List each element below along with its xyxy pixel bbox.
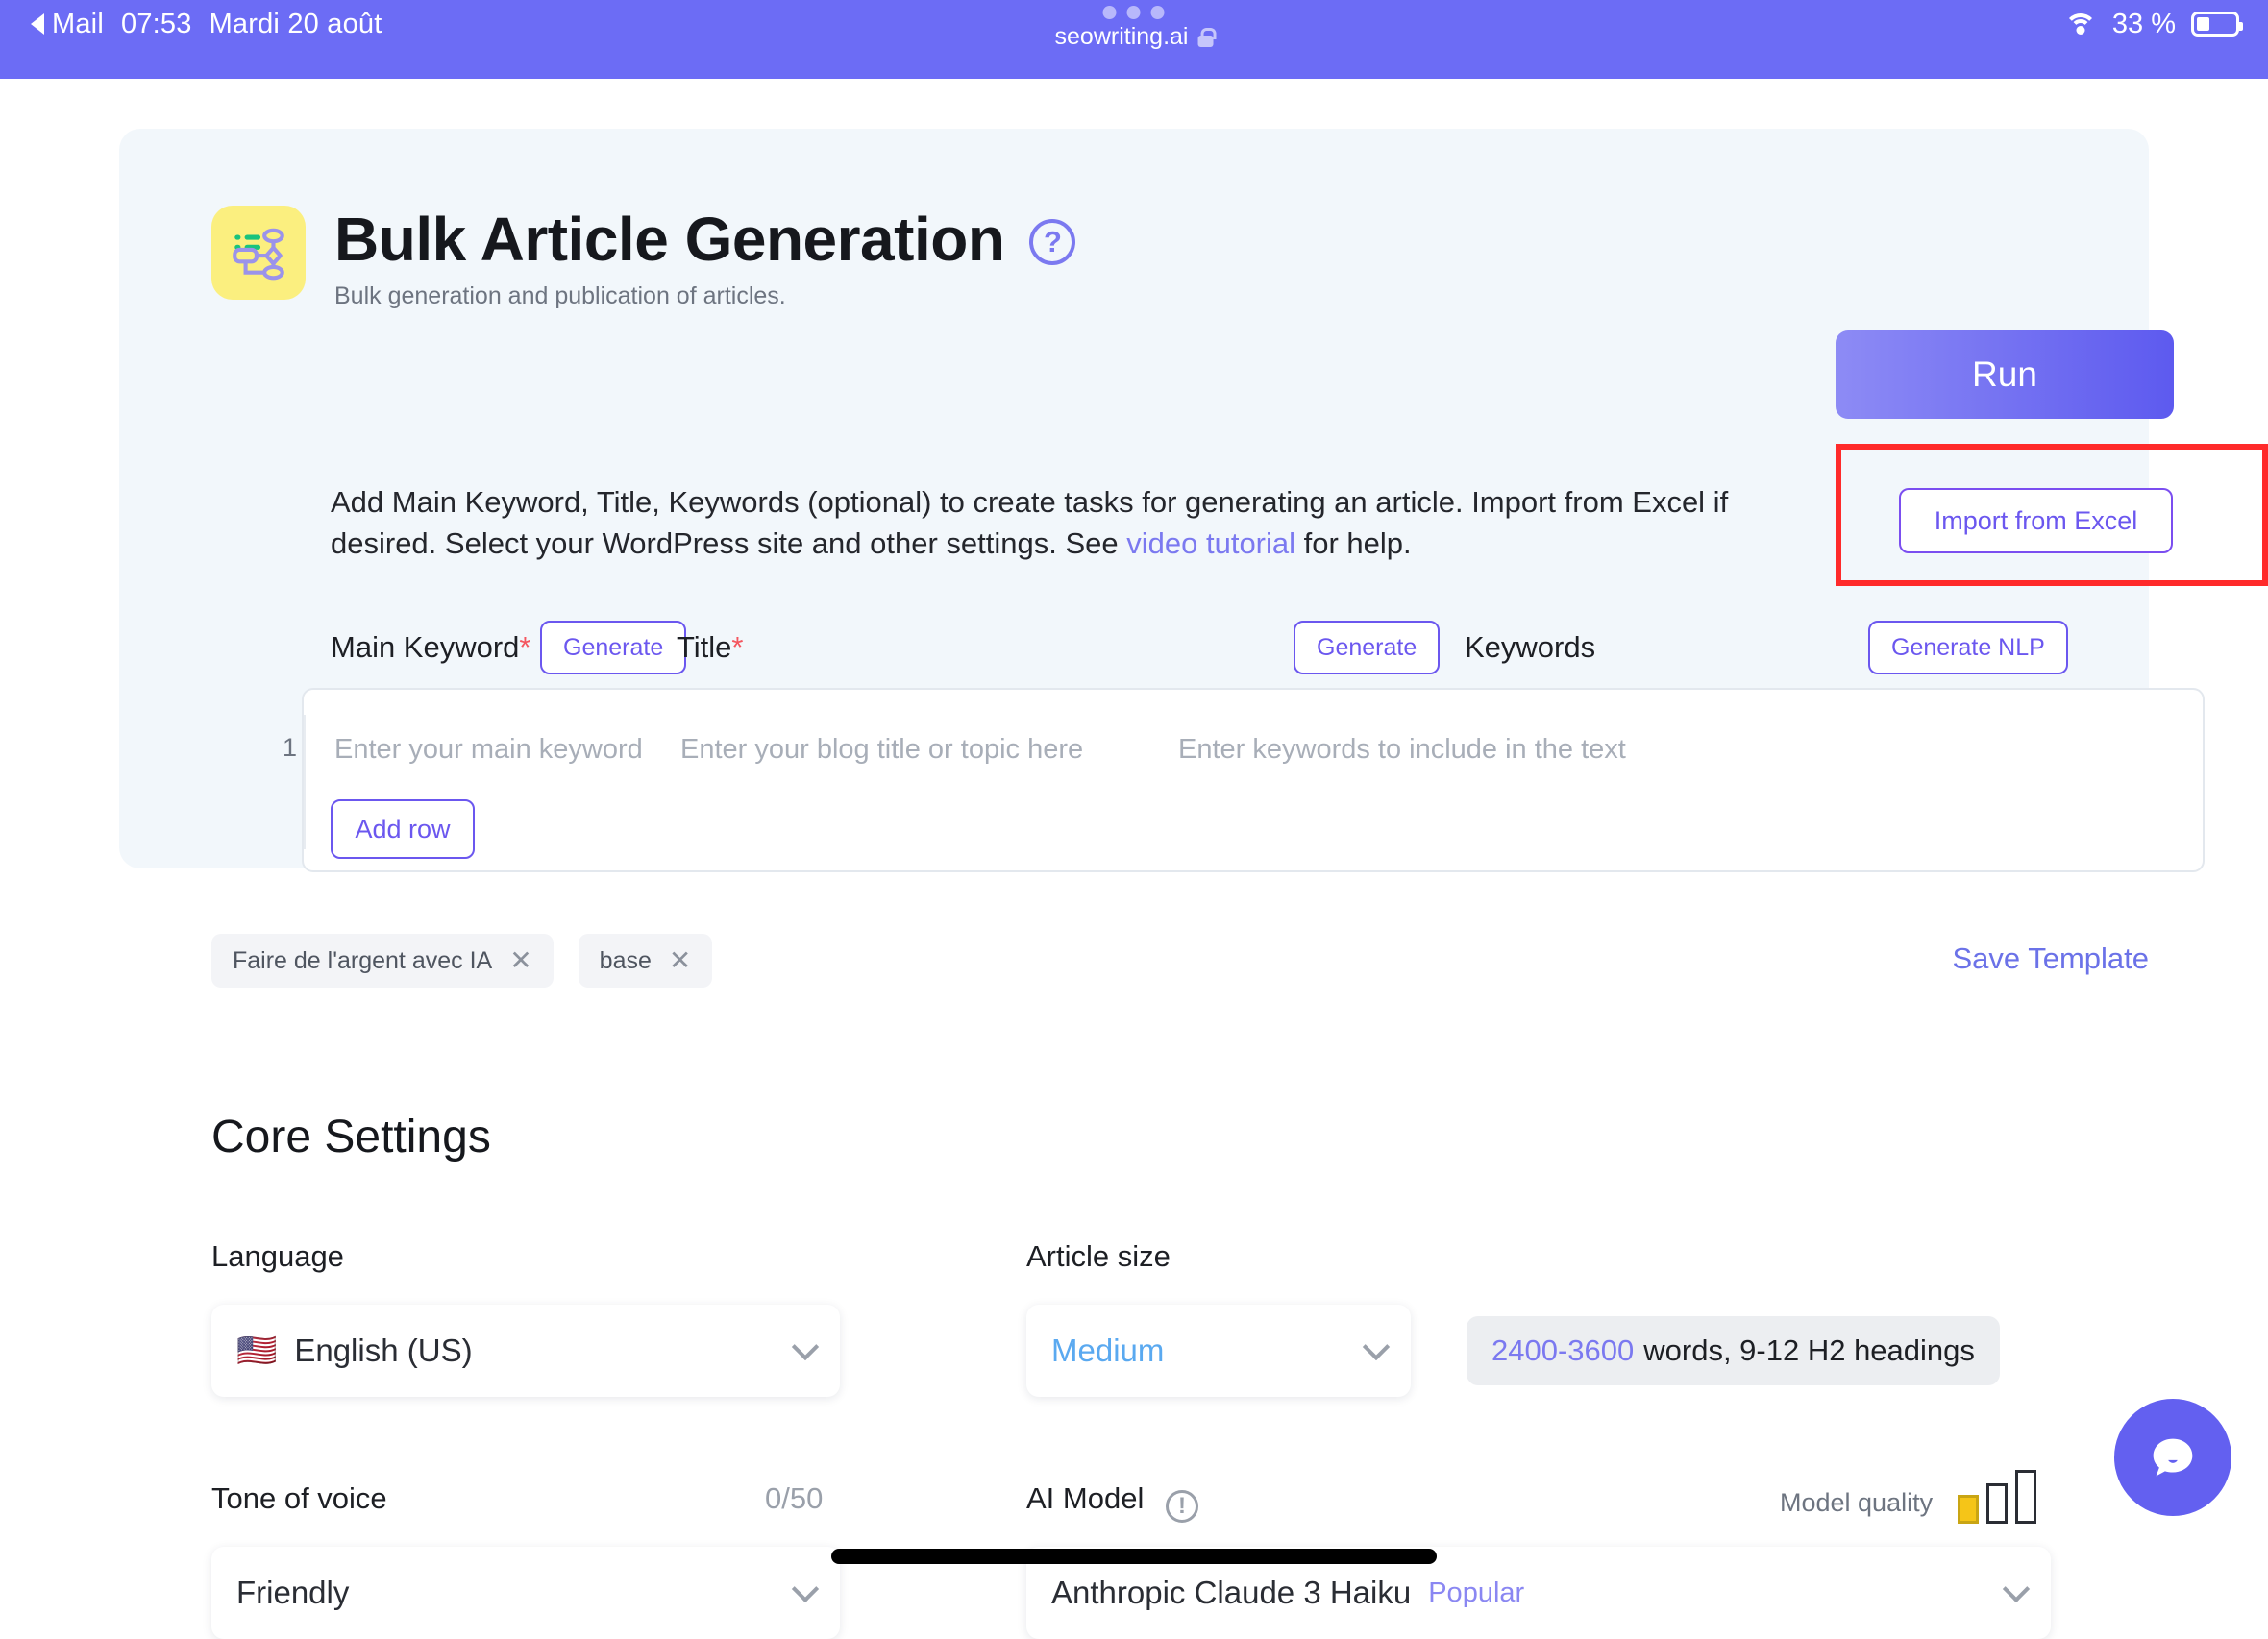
tone-character-counter: 0/50 — [765, 1481, 824, 1515]
article-size-headings-text: words, 9-12 H2 headings — [1643, 1333, 1975, 1367]
chevron-down-icon — [1362, 1333, 1391, 1361]
required-asterisk: * — [519, 630, 531, 664]
tab-dots-icon — [1102, 6, 1165, 19]
card-header: Bulk Article Generation ? Bulk generatio… — [211, 205, 1076, 310]
us-flag-icon: 🇺🇸 — [236, 1333, 278, 1369]
article-size-word-range: 2400-3600 — [1491, 1333, 1635, 1367]
core-settings-heading: Core Settings — [211, 1112, 491, 1162]
site-url: seowriting.ai — [1054, 23, 1189, 50]
quality-bar-3 — [2015, 1470, 2037, 1524]
tone-of-voice-field-label: Tone of voice — [211, 1481, 387, 1515]
chat-support-button[interactable] — [2114, 1399, 2231, 1516]
title-input[interactable]: Enter your blog title or topic here — [680, 734, 1083, 766]
form-labels-row: Main Keyword* Generate Title* Generate K… — [331, 621, 2176, 674]
page-content: Bulk Article Generation ? Bulk generatio… — [0, 79, 2268, 1639]
status-date: Mardi 20 août — [209, 8, 382, 39]
chevron-down-icon — [2002, 1575, 2031, 1603]
description-text-end: for help. — [1295, 526, 1412, 560]
ipad-status-bar: Mail 07:53 Mardi 20 août seowriting.ai 3… — [0, 0, 2268, 79]
article-size-selected-value: Medium — [1051, 1333, 1165, 1368]
description-text-start: Add Main Keyword, Title, Keywords (optio… — [331, 485, 1729, 560]
article-size-info-badge: 2400-3600 words, 9-12 H2 headings — [1467, 1316, 2000, 1385]
video-tutorial-link[interactable]: video tutorial — [1126, 526, 1295, 560]
tag-chip[interactable]: base ✕ — [578, 934, 713, 988]
title-label: Title* — [677, 630, 744, 664]
generate-main-keyword-button[interactable]: Generate — [540, 621, 687, 674]
task-rows-card: 1 Enter your main keyword Enter your blo… — [283, 688, 2205, 872]
tag-remove-icon[interactable]: ✕ — [509, 947, 531, 974]
save-template-link[interactable]: Save Template — [1953, 942, 2150, 976]
chevron-down-icon — [791, 1575, 820, 1603]
generate-title-button[interactable]: Generate — [1294, 621, 1441, 674]
card-description: Add Main Keyword, Title, Keywords (optio… — [331, 482, 1743, 565]
bulk-article-generation-card: Bulk Article Generation ? Bulk generatio… — [119, 129, 2268, 872]
quality-bar-2 — [1986, 1483, 2009, 1524]
wifi-icon — [2063, 12, 2097, 37]
tag-label: base — [599, 946, 652, 974]
battery-percent-label: 33 % — [2111, 8, 2176, 39]
tag-remove-icon[interactable]: ✕ — [669, 947, 691, 974]
back-app-label: Mail — [52, 8, 104, 39]
main-keyword-input[interactable]: Enter your main keyword — [334, 734, 643, 766]
info-icon[interactable]: ! — [1165, 1490, 1198, 1523]
back-arrow-icon — [31, 13, 44, 35]
keywords-label: Keywords — [1465, 630, 1596, 664]
help-question-icon[interactable]: ? — [1029, 218, 1076, 265]
tag-chip[interactable]: Faire de l'argent avec IA ✕ — [211, 934, 554, 988]
generate-nlp-button[interactable]: Generate NLP — [1868, 621, 2068, 674]
article-size-select[interactable]: Medium — [1026, 1305, 1411, 1397]
address-bar[interactable]: seowriting.ai — [1054, 23, 1217, 51]
status-left-group: Mail 07:53 Mardi 20 août — [31, 0, 382, 48]
lock-icon — [1197, 27, 1217, 47]
language-selected-value: English (US) — [294, 1333, 473, 1368]
keywords-input[interactable]: Enter keywords to include in the text — [1178, 734, 1626, 766]
run-button[interactable]: Run — [1836, 330, 2174, 419]
chevron-down-icon — [791, 1333, 820, 1361]
status-time: 07:53 — [120, 8, 192, 39]
ai-model-field-label: AI Model ! — [1026, 1481, 1198, 1523]
tone-of-voice-select[interactable]: Friendly — [211, 1547, 840, 1639]
row-index-label: 1 — [283, 733, 298, 762]
bulk-generation-icon — [211, 206, 306, 300]
import-from-excel-button[interactable]: Import from Excel — [1899, 488, 2173, 553]
quality-bar-1 — [1958, 1495, 1980, 1524]
model-quality-label: Model quality — [1780, 1487, 1934, 1517]
model-quality-indicator: Model quality — [1780, 1470, 2037, 1524]
page-title: Bulk Article Generation — [334, 205, 1005, 274]
required-asterisk: * — [731, 630, 744, 664]
tag-label: Faire de l'argent avec IA — [233, 946, 493, 974]
article-size-field-label: Article size — [1026, 1239, 1171, 1273]
status-right-group: 33 % — [2063, 0, 2243, 48]
home-indicator — [831, 1549, 1437, 1564]
template-tags: Faire de l'argent avec IA ✕ base ✕ — [211, 934, 713, 988]
add-row-button[interactable]: Add row — [331, 799, 475, 859]
tone-selected-value: Friendly — [236, 1575, 350, 1610]
browser-address-group: seowriting.ai — [1054, 6, 1217, 51]
page-subtitle: Bulk generation and publication of artic… — [334, 282, 786, 310]
main-keyword-label: Main Keyword* — [331, 630, 531, 664]
ai-model-popular-badge: Popular — [1428, 1577, 1525, 1608]
title-block: Bulk Article Generation ? Bulk generatio… — [334, 205, 1076, 310]
back-to-mail-button[interactable]: Mail — [31, 9, 104, 40]
row-divider — [304, 715, 306, 849]
language-select[interactable]: 🇺🇸 English (US) — [211, 1305, 840, 1397]
language-field-label: Language — [211, 1239, 344, 1273]
ai-model-selected-value: Anthropic Claude 3 Haiku — [1051, 1575, 1412, 1610]
battery-icon — [2191, 12, 2243, 37]
